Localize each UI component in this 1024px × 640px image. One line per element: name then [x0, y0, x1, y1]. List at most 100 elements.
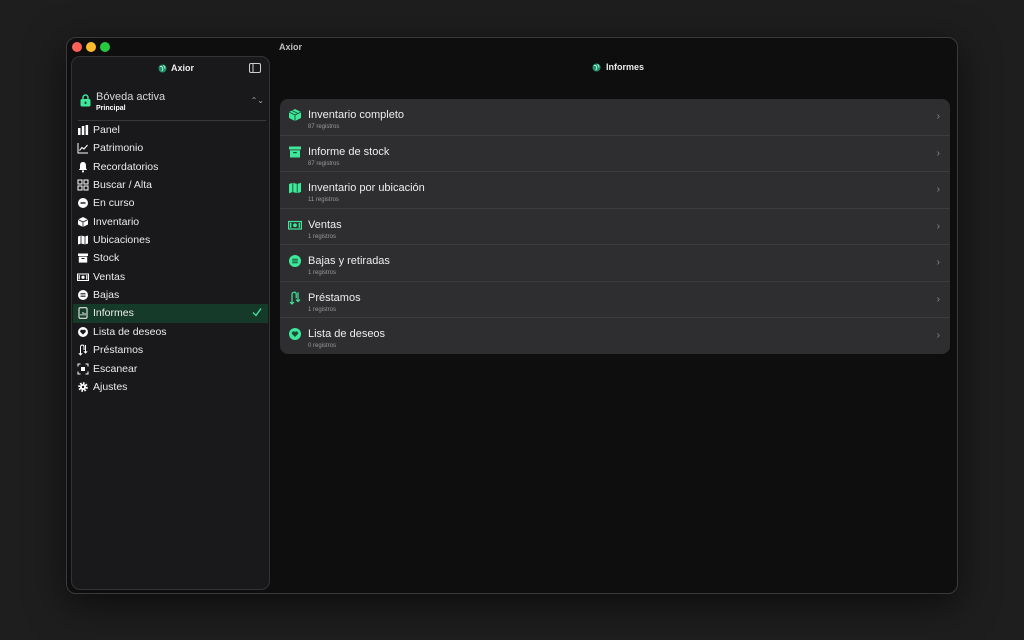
minimize-window-button[interactable] [86, 42, 96, 52]
sidebar-item-recordatorios[interactable]: Recordatorios [72, 158, 269, 176]
globe-icon [592, 62, 601, 72]
sidebar-title-text: Axior [171, 63, 195, 73]
lock-icon [80, 94, 91, 107]
chevron-up-down-icon: ⌃⌄ [250, 96, 264, 105]
sidebar-item-label: Buscar / Alta [93, 179, 152, 192]
sidebar-title: Axior [158, 63, 194, 73]
sidebar-item-lista-de-deseos[interactable]: Lista de deseos [72, 323, 269, 341]
banknote-icon [77, 273, 89, 281]
report-count: 11 registros [308, 197, 339, 203]
report-row-informe-de-stock[interactable]: Informe de stock 87 registros › [280, 136, 950, 172]
sidebar-toggle-icon[interactable] [249, 63, 261, 73]
sidebar-item-buscar-alta[interactable]: Buscar / Alta [72, 176, 269, 194]
sidebar-item-label: Panel [93, 124, 120, 137]
sidebar-item-en-curso[interactable]: En curso [72, 194, 269, 212]
chevron-right-icon: › [936, 257, 940, 268]
sidebar-item-label: Bajas [93, 288, 120, 301]
scan-icon [77, 363, 89, 375]
sidebar-item-label: Ubicaciones [93, 233, 151, 246]
progress-circle-icon [78, 198, 88, 209]
checkmark-icon [252, 308, 262, 317]
report-row-inventario-completo[interactable]: Inventario completo 87 registros › [280, 99, 950, 136]
sidebar-item-panel[interactable]: Panel [72, 121, 269, 139]
app-window: Axior Axior Bóveda activa Principal ⌃⌄ P… [66, 37, 958, 594]
report-row-lista-de-deseos[interactable]: Lista de deseos 0 registros › [280, 318, 950, 354]
page-title-text: Informes [606, 62, 645, 72]
gear-icon [78, 382, 88, 392]
chevron-right-icon: › [936, 147, 940, 159]
map-icon [289, 182, 301, 194]
globe-icon [158, 63, 167, 73]
sidebar-header: Axior [72, 57, 269, 81]
title-bar: Axior [67, 38, 957, 56]
report-count: 1 registros [308, 270, 337, 276]
sidebar-item-escanear[interactable]: Escanear [72, 360, 269, 378]
report-icon [78, 307, 88, 320]
report-count: 1 registros [308, 233, 337, 240]
heart-icon [78, 327, 88, 338]
sidebar-nav: Panel Patrimonio Recordatorios Buscar / … [72, 121, 269, 396]
report-name: Inventario por ubicación [308, 182, 425, 194]
sidebar-item-bajas[interactable]: Bajas [72, 286, 269, 304]
report-row-ventas[interactable]: Ventas 1 registros › [280, 209, 950, 245]
page-title: Informes [592, 62, 644, 72]
bell-icon [78, 161, 88, 173]
sidebar-item-label: Informes [93, 307, 134, 320]
chevron-right-icon: › [936, 330, 940, 341]
sidebar-item-stock[interactable]: Stock [72, 249, 269, 267]
report-name: Lista de deseos [308, 328, 386, 340]
sidebar-item-informes[interactable]: Informes [73, 303, 268, 323]
grid-icon [77, 179, 89, 191]
chevron-right-icon: › [936, 293, 940, 305]
vault-title: Bóveda activa [96, 91, 166, 103]
sidebar-item-ubicaciones[interactable]: Ubicaciones [72, 231, 269, 249]
report-row-inventario-por-ubicacion[interactable]: Inventario por ubicación 11 registros › [280, 172, 950, 209]
sidebar-item-label: Ajustes [93, 381, 128, 393]
coin-stack-icon [78, 289, 88, 300]
report-name: Inventario completo [308, 109, 404, 121]
sidebar-item-label: Patrimonio [93, 142, 144, 155]
report-row-bajas-y-retiradas[interactable]: Bajas y retiradas 1 registros › [280, 245, 950, 282]
report-count: 87 registros [308, 160, 340, 167]
box-icon [288, 109, 302, 121]
sidebar-item-ventas[interactable]: Ventas [72, 267, 269, 285]
sidebar-item-label: Préstamos [93, 344, 144, 357]
sidebar-item-ajustes[interactable]: Ajustes [72, 378, 269, 396]
chevron-right-icon: › [936, 220, 940, 232]
sidebar-item-label: Stock [93, 252, 120, 265]
report-name: Ventas [308, 218, 342, 231]
banknote-icon [288, 220, 302, 230]
window-title: Axior [279, 42, 303, 52]
sidebar-item-patrimonio[interactable]: Patrimonio [72, 139, 269, 157]
loan-arrows-icon [78, 344, 88, 357]
sidebar-item-label: En curso [93, 197, 135, 210]
sidebar-item-label: Lista de deseos [93, 326, 167, 339]
chart-bar-icon [78, 125, 89, 136]
sidebar-item-label: Recordatorios [93, 160, 159, 173]
chevron-right-icon: › [936, 184, 940, 195]
loan-arrows-icon [289, 291, 301, 305]
coin-stack-icon [289, 255, 301, 267]
vault-name: Principal [96, 105, 126, 112]
box-icon [77, 216, 89, 227]
report-count: 87 registros [308, 124, 340, 130]
vault-selector[interactable]: Bóveda activa Principal ⌃⌄ [78, 90, 266, 116]
sidebar-item-inventario[interactable]: Inventario [72, 212, 269, 230]
chevron-right-icon: › [936, 111, 940, 122]
report-name: Préstamos [308, 291, 361, 304]
reports-list: Inventario completo 87 registros › Infor… [280, 99, 950, 354]
report-count: 0 registros [308, 343, 337, 349]
sidebar-item-prestamos[interactable]: Préstamos [72, 341, 269, 359]
map-icon [78, 235, 88, 245]
sidebar: Axior Bóveda activa Principal ⌃⌄ Panel P… [71, 56, 270, 590]
report-name: Informe de stock [308, 145, 390, 158]
sidebar-item-label: Ventas [93, 270, 126, 283]
sidebar-item-label: Escanear [93, 362, 138, 375]
archive-icon [289, 146, 301, 157]
report-row-prestamos[interactable]: Préstamos 1 registros › [280, 282, 950, 318]
maximize-window-button[interactable] [100, 42, 110, 52]
archive-icon [78, 253, 88, 263]
report-name: Bajas y retiradas [308, 255, 390, 267]
heart-icon [289, 328, 301, 340]
close-window-button[interactable] [72, 42, 82, 52]
